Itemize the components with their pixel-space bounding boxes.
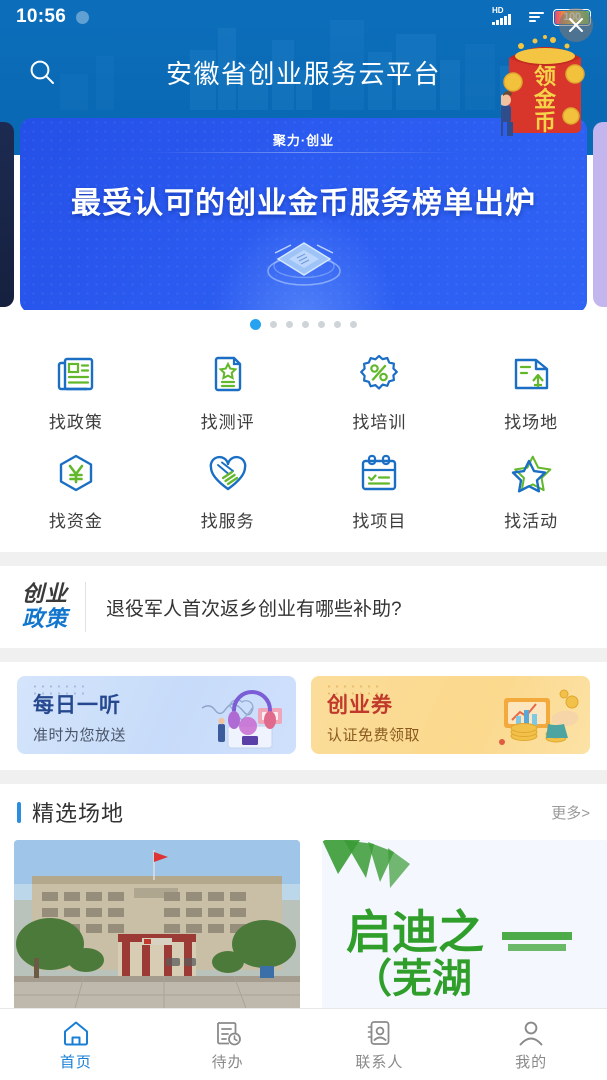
carousel-dot-1[interactable]	[250, 318, 261, 330]
search-button[interactable]	[22, 52, 62, 92]
tab-todo[interactable]: 待办	[152, 1018, 304, 1072]
grid-item-activity[interactable]: 找活动	[455, 449, 607, 532]
todo-clock-icon	[216, 1021, 241, 1045]
grid-label: 找资金	[48, 512, 103, 531]
grid-label: 找政策	[48, 413, 103, 432]
svg-text:领: 领	[534, 64, 556, 89]
tab-home[interactable]: 首页	[0, 1018, 152, 1072]
section-divider	[0, 648, 607, 662]
policy-badge-line1: 创业	[22, 581, 69, 607]
bottom-tab-bar: 首页 待办 联系人 我的	[0, 1008, 607, 1080]
grid-label: 找场地	[504, 413, 559, 432]
red-packet-widget[interactable]: 领 金 币 .	[497, 8, 593, 140]
training-percent-badge-icon	[360, 354, 399, 390]
grid-item-policy[interactable]: 找政策	[0, 350, 152, 433]
section-title: 精选场地	[32, 801, 125, 826]
carousel-slide-next[interactable]	[593, 122, 607, 307]
section-accent-bar	[17, 801, 21, 823]
policy-badge: 创业 政策	[22, 581, 87, 632]
headphones-illustration	[201, 690, 282, 749]
close-red-packet-button[interactable]	[559, 8, 593, 42]
grid-item-project[interactable]: 找项目	[304, 449, 456, 532]
recording-dot-icon	[76, 10, 90, 24]
svg-text:币: 币	[534, 110, 556, 135]
slide-divider	[144, 152, 463, 153]
carousel-dot-5[interactable]	[318, 320, 325, 328]
venue-map-icon	[514, 358, 549, 390]
coins-chart-illustration	[499, 689, 579, 745]
tab-profile[interactable]: 我的	[455, 1018, 607, 1072]
grid-label: 找测评	[200, 413, 255, 432]
promo-card-startup-voucher[interactable]: 创业券 认证免费领取	[311, 676, 590, 754]
carousel-dot-3[interactable]	[286, 320, 293, 328]
service-handshake-heart-icon	[209, 455, 246, 491]
qidi-star-wuhu-banner: 启迪之 （芜湖	[322, 840, 607, 1030]
carousel-indicators[interactable]	[0, 310, 607, 338]
svg-text:启迪之: 启迪之	[346, 906, 484, 958]
contacts-icon	[368, 1020, 390, 1045]
venue-card-qidi[interactable]: 启迪之 （芜湖	[322, 840, 607, 1030]
more-link[interactable]: 更多>	[551, 802, 590, 823]
carousel-dot-4[interactable]	[302, 320, 309, 328]
tab-label: 我的	[515, 1053, 548, 1071]
status-bar-left: 10:56	[16, 6, 90, 28]
policy-highlight-row[interactable]: 创业 政策 退役军人首次返乡创业有哪些补助?	[0, 566, 607, 648]
section-divider	[0, 552, 607, 566]
page-title: 安徽省创业服务云平台	[165, 58, 441, 89]
promo-card-daily-listen[interactable]: 每日一听 准时为您放送	[17, 676, 296, 754]
grid-item-training[interactable]: 找培训	[304, 350, 456, 433]
policy-document-icon	[57, 357, 94, 391]
carousel-slide-active[interactable]: 聚力·创业 最受认可的创业金币服务榜单出炉	[20, 118, 587, 310]
assessment-star-icon	[214, 356, 241, 392]
policy-badge-line2: 政策	[22, 606, 69, 631]
chip-card-icon	[266, 242, 341, 286]
carousel-dot-7[interactable]	[350, 320, 357, 328]
quick-actions-grid: 找政策 找测评 找培训 找场地 找资金 找服务 找项目 找活动	[0, 350, 607, 532]
grid-item-funding[interactable]: 找资金	[0, 449, 152, 532]
featured-venues-section: 精选场地 更多> 启迪之 （芜湖	[0, 784, 607, 1030]
tab-contacts[interactable]: 联系人	[304, 1018, 456, 1072]
grid-item-service[interactable]: 找服务	[152, 449, 304, 532]
profile-person-icon	[519, 1021, 543, 1045]
section-divider	[0, 770, 607, 784]
app-screen: 10:56 HD 100	[0, 0, 607, 1080]
grid-label: 找培训	[352, 413, 407, 432]
slide-title: 最受认可的创业金币服务榜单出炉	[71, 187, 536, 220]
policy-headline: 退役军人首次返乡创业有哪些补助?	[106, 598, 402, 620]
activity-star-icon	[511, 455, 552, 493]
tab-label: 首页	[59, 1053, 92, 1071]
grid-label: 找活动	[504, 512, 559, 531]
promo-cards-row: 每日一听 准时为您放送 创业券 认证免费领取	[0, 662, 607, 770]
grid-item-assessment[interactable]: 找测评	[152, 350, 304, 433]
close-icon	[569, 18, 583, 32]
section-header: 精选场地 更多>	[0, 784, 607, 840]
tab-label: 待办	[211, 1053, 244, 1071]
grid-item-venue[interactable]: 找场地	[455, 350, 607, 433]
funding-yuan-icon	[59, 454, 93, 492]
tab-label: 联系人	[355, 1053, 404, 1071]
project-checklist-icon	[362, 454, 397, 491]
carousel-slide-previous[interactable]	[0, 122, 14, 307]
status-time: 10:56	[16, 6, 67, 27]
home-icon	[63, 1021, 88, 1045]
svg-text:（芜湖: （芜湖	[352, 957, 472, 1001]
banner-carousel[interactable]: 聚力·创业 最受认可的创业金币服务榜单出炉	[0, 110, 607, 338]
venue-card-building[interactable]	[14, 840, 300, 1030]
venue-card-list[interactable]: 启迪之 （芜湖	[0, 840, 607, 1030]
carousel-dot-2[interactable]	[270, 320, 277, 328]
quick-actions-section: 找政策 找测评 找培训 找场地 找资金 找服务 找项目 找活动	[0, 338, 607, 552]
search-icon	[30, 60, 54, 84]
grid-label: 找服务	[200, 512, 255, 531]
grid-label: 找项目	[352, 512, 407, 531]
office-building-photo	[14, 840, 300, 1030]
svg-text:金: 金	[533, 87, 557, 112]
carousel-dot-6[interactable]	[334, 320, 341, 328]
